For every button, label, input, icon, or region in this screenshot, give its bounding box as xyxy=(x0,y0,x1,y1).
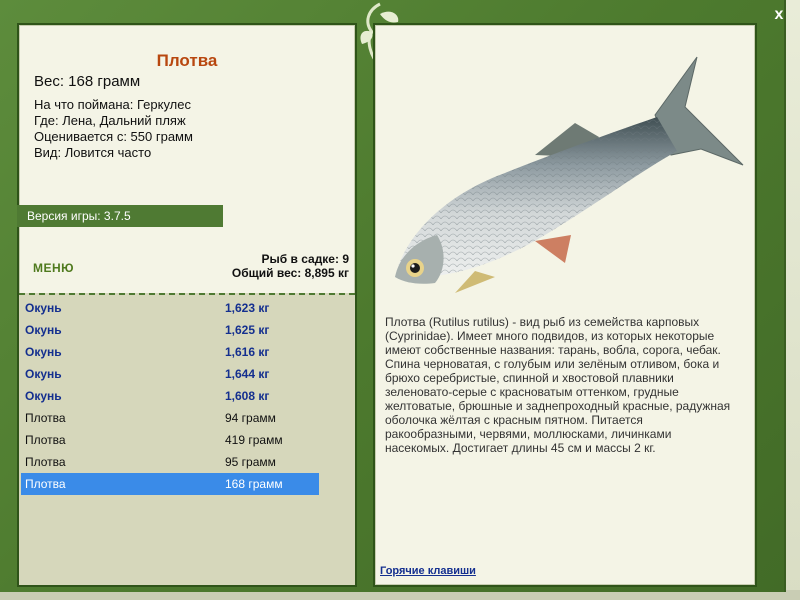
catch-name: Окунь xyxy=(25,345,62,359)
right-panel: Плотва (Rutilus rutilus) - вид рыб из се… xyxy=(373,23,757,587)
fish-kind: Вид: Ловится часто xyxy=(34,145,152,160)
catch-row[interactable]: Окунь 1,644 кг xyxy=(21,363,319,385)
catch-row-selected[interactable]: Плотва 168 грамм xyxy=(21,473,319,495)
catch-weight: 1,616 кг xyxy=(225,345,270,359)
fish-info-window: x Плотва Вес: 168 грамм На что поймана: … xyxy=(0,0,786,592)
catch-weight: 1,608 кг xyxy=(225,389,270,403)
catch-weight: 168 грамм xyxy=(225,477,283,491)
catch-weight: 1,625 кг xyxy=(225,323,270,337)
catch-row[interactable]: Окунь 1,625 кг xyxy=(21,319,319,341)
catch-row[interactable]: Плотва 95 грамм xyxy=(21,451,319,473)
catch-weight: 1,623 кг xyxy=(225,301,270,315)
cage-fish-count: Рыб в садке: 9 xyxy=(261,252,349,266)
catch-row[interactable]: Окунь 1,608 кг xyxy=(21,385,319,407)
catch-list: Окунь 1,623 кг Окунь 1,625 кг Окунь 1,61… xyxy=(19,293,355,585)
cage-total-weight: Общий вес: 8,895 кг xyxy=(231,266,349,280)
catch-name: Окунь xyxy=(25,367,62,381)
catch-name: Плотва xyxy=(25,455,66,469)
roach-fish-image xyxy=(395,56,744,293)
fish-bait: На что поймана: Геркулес xyxy=(34,97,191,112)
fish-title: Плотва xyxy=(156,51,218,70)
catch-weight: 1,644 кг xyxy=(225,367,270,381)
catch-name: Плотва xyxy=(25,411,66,425)
menu-button[interactable]: МЕНЮ xyxy=(33,261,74,275)
catch-row[interactable]: Плотва 94 грамм xyxy=(21,407,319,429)
catch-weight: 95 грамм xyxy=(225,455,276,469)
fish-weight: Вес: 168 грамм xyxy=(34,73,141,90)
catch-row[interactable]: Окунь 1,616 кг xyxy=(21,341,319,363)
catch-weight: 419 грамм xyxy=(225,433,283,447)
fish-description: Плотва (Rutilus rutilus) - вид рыб из се… xyxy=(385,315,731,455)
catch-name: Окунь xyxy=(25,323,62,337)
close-button[interactable]: x xyxy=(770,6,788,24)
catch-weight: 94 грамм xyxy=(225,411,276,425)
left-panel: Плотва Вес: 168 грамм На что поймана: Ге… xyxy=(17,23,357,587)
catch-name: Плотва xyxy=(25,477,66,491)
catch-row[interactable]: Плотва 419 грамм xyxy=(21,429,319,451)
hotkeys-link[interactable]: Горячие клавиши xyxy=(380,565,476,577)
background-game-strip xyxy=(786,0,800,600)
catch-name: Плотва xyxy=(25,433,66,447)
catch-name: Окунь xyxy=(25,301,62,315)
fish-price: Оценивается с: 550 грамм xyxy=(34,129,193,144)
catch-name: Окунь xyxy=(25,389,62,403)
catch-row[interactable]: Окунь 1,623 кг xyxy=(21,297,319,319)
fish-location: Где: Лена, Дальний пляж xyxy=(34,113,186,128)
game-version: Версия игры: 3.7.5 xyxy=(17,205,223,227)
